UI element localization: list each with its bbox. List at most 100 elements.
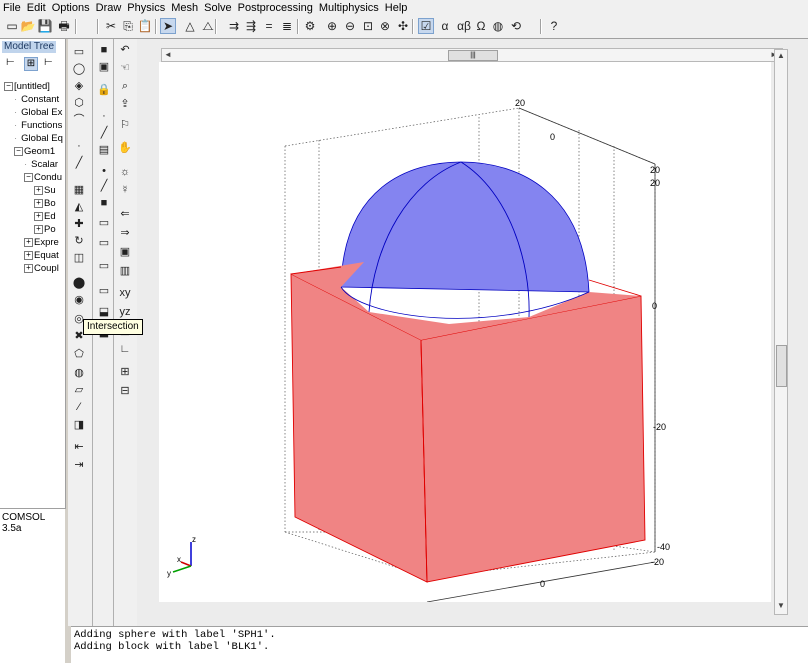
scroll-down-icon[interactable]: ▼: [776, 601, 786, 611]
array-icon[interactable]: ⇉: [226, 18, 242, 34]
menu-postprocessing[interactable]: Postprocessing: [235, 1, 316, 15]
zoom-extents-icon[interactable]: ⊗: [377, 18, 393, 34]
tree-item[interactable]: + Equat: [24, 250, 59, 262]
forward-icon[interactable]: ⇒: [117, 225, 133, 241]
menu-draw[interactable]: Draw: [93, 1, 125, 15]
embed-tool-icon[interactable]: ◍: [71, 365, 87, 381]
zoom-out-icon[interactable]: ⊖: [342, 18, 358, 34]
move-view-icon[interactable]: ✋: [117, 140, 133, 156]
menu-edit[interactable]: Edit: [24, 1, 49, 15]
transparency-icon[interactable]: ☿: [117, 182, 133, 198]
line-mode-icon[interactable]: ╱: [96, 178, 112, 194]
solid-mode-icon[interactable]: ■: [96, 195, 112, 211]
tree-view-button-2[interactable]: ⊞: [24, 57, 38, 71]
tree-view-button-3[interactable]: ⊢: [44, 57, 53, 68]
render-icon[interactable]: ▣: [117, 244, 133, 260]
tree-item[interactable]: + Expre: [24, 237, 59, 249]
tree-item[interactable]: + Su: [34, 185, 56, 197]
tree-item[interactable]: + Bo: [34, 198, 56, 210]
lock-icon[interactable]: 🔒: [96, 82, 112, 98]
tree-item[interactable]: · Functions: [14, 120, 62, 132]
zoom-window-icon[interactable]: ⊡: [360, 18, 376, 34]
alpha-icon[interactable]: α: [437, 18, 453, 34]
paste-icon[interactable]: 📋: [137, 18, 153, 34]
tree-item[interactable]: + Coupl: [24, 263, 59, 275]
rotate-view-icon[interactable]: ↶: [117, 42, 133, 58]
cut-icon[interactable]: ✂: [103, 18, 119, 34]
expand-toggle-icon[interactable]: +: [34, 211, 43, 221]
scale-tool-icon[interactable]: ◫: [71, 250, 87, 266]
list-icon[interactable]: ≣: [279, 18, 295, 34]
menu-physics[interactable]: Physics: [124, 1, 168, 15]
cone-tool-icon[interactable]: ⬡: [71, 95, 87, 111]
point-mode-icon[interactable]: ·: [96, 108, 112, 124]
expand-toggle-icon[interactable]: −: [4, 81, 13, 91]
hide-icon[interactable]: ▭: [96, 258, 112, 274]
tree-item[interactable]: + Ed: [34, 211, 56, 223]
zoom-in-icon[interactable]: ⊕: [324, 18, 340, 34]
expand-toggle-icon[interactable]: +: [24, 250, 33, 260]
union-tool-icon[interactable]: ⬤: [71, 275, 87, 291]
sphere-tool-icon[interactable]: ◈: [71, 78, 87, 94]
tree-item[interactable]: · Scalar: [24, 159, 58, 171]
headlight-icon[interactable]: ⇪: [117, 96, 133, 112]
align-right-icon[interactable]: ⇥: [71, 457, 87, 473]
expand-toggle-icon[interactable]: +: [24, 263, 33, 273]
delta-icon[interactable]: ⧍: [200, 18, 216, 34]
scroll-left-icon[interactable]: ◄: [163, 50, 173, 60]
graphics-horizontal-scrollbar[interactable]: ◄ ||| ►: [161, 48, 783, 62]
show-icon[interactable]: ▭: [96, 283, 112, 299]
select-icon[interactable]: ➤: [160, 18, 176, 34]
scroll-thumb[interactable]: [776, 345, 787, 387]
vertex-icon[interactable]: •: [96, 163, 112, 179]
none-button-icon[interactable]: ▭: [96, 235, 112, 251]
block-tool-icon[interactable]: ▭: [71, 44, 87, 60]
plot-icon[interactable]: ⟲: [508, 18, 524, 34]
sphere-tool-icon[interactable]: ◍: [490, 18, 506, 34]
torus-tool-icon[interactable]: ⌒: [71, 112, 87, 128]
zoom-icon[interactable]: ⌕: [117, 78, 133, 94]
point-tool-icon[interactable]: ·: [71, 138, 87, 154]
expand-toggle-icon[interactable]: −: [14, 146, 23, 156]
help-icon[interactable]: ?: [546, 18, 562, 34]
menu-multiphysics[interactable]: Multiphysics: [316, 1, 382, 15]
back-icon[interactable]: ⇐: [117, 206, 133, 222]
export-tool-icon[interactable]: ◨: [71, 417, 87, 433]
triangle-icon[interactable]: △: [182, 18, 198, 34]
tree-view-button-1[interactable]: ⊢: [6, 57, 15, 68]
graphics-vertical-scrollbar[interactable]: ▲ ▼: [774, 49, 788, 615]
expand-toggle-icon[interactable]: +: [24, 237, 33, 247]
wireframe-icon[interactable]: ▥: [117, 263, 133, 279]
grid-icon[interactable]: ☑: [418, 18, 434, 34]
intersection-tool-icon[interactable]: ◉: [71, 292, 87, 308]
open-file-icon[interactable]: 📂: [20, 18, 36, 34]
yz-view-icon[interactable]: yz: [117, 304, 133, 320]
edge-mode-icon[interactable]: ╱: [96, 125, 112, 141]
tree-item[interactable]: · Global Ex: [14, 107, 62, 119]
expand-toggle-icon[interactable]: +: [34, 185, 43, 195]
tree-item[interactable]: · Constant: [14, 94, 59, 106]
menu-mesh[interactable]: Mesh: [168, 1, 201, 15]
scene-light-icon[interactable]: ☼: [117, 164, 133, 180]
menu-options[interactable]: Options: [49, 1, 93, 15]
tree-item[interactable]: + Po: [34, 224, 56, 236]
menu-solve[interactable]: Solve: [201, 1, 235, 15]
menu-file[interactable]: File: [0, 1, 24, 15]
tree-item[interactable]: · Global Eq: [14, 133, 63, 145]
face-mode-icon[interactable]: ▤: [96, 142, 112, 158]
tree-item[interactable]: − [untitled]: [4, 81, 50, 93]
geometry-viewport[interactable]: 20 0 20 20 0 -20 -40 -20 0 z x y: [159, 62, 771, 603]
line-tool-icon[interactable]: ╱: [71, 155, 87, 171]
sphere-shape[interactable]: [340, 161, 590, 293]
select-faces-icon[interactable]: ▣: [96, 59, 112, 75]
alpha-beta-icon[interactable]: αβ: [456, 18, 472, 34]
expand-toggle-icon[interactable]: +: [34, 198, 43, 208]
grid-icon[interactable]: ⊞: [117, 364, 133, 380]
new-file-icon[interactable]: ▭: [4, 18, 20, 34]
copy-icon[interactable]: ⎘: [120, 18, 136, 34]
expand-toggle-icon[interactable]: −: [24, 172, 33, 182]
select-objects-icon[interactable]: ■: [96, 42, 112, 58]
move-tool-icon[interactable]: ✚: [71, 216, 87, 232]
light-icon[interactable]: ⚐: [117, 117, 133, 133]
axis-icon[interactable]: ∟: [117, 341, 133, 357]
